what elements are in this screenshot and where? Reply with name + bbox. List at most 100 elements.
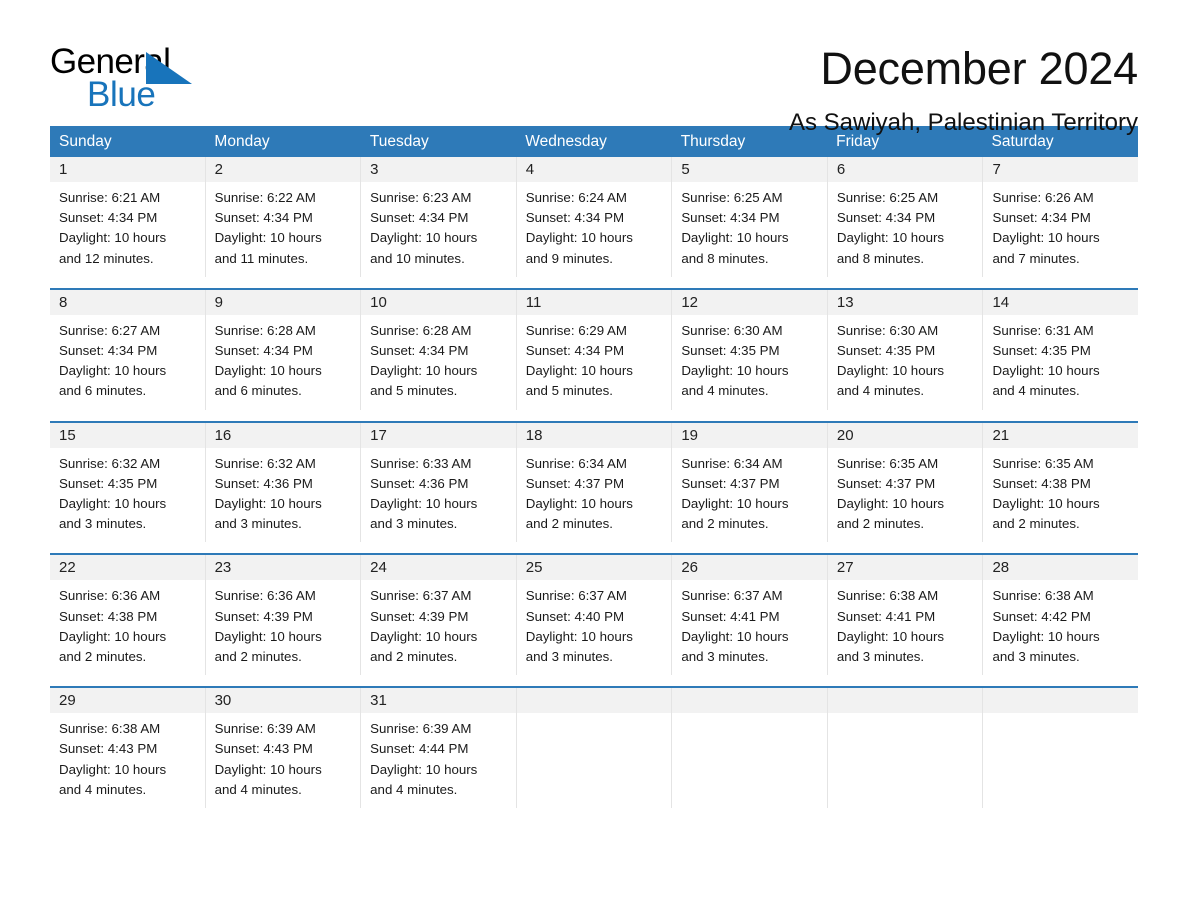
day-number-band: 27 — [827, 555, 983, 581]
calendar-week-row: 15 Sunrise: 6:32 AM Sunset: 4:35 PM Dayligh… — [50, 420, 1139, 543]
day-detail-line: and 8 minutes. — [836, 250, 925, 266]
day-detail-line: Sunrise: 6:22 AM — [214, 190, 316, 205]
weekday-header-saturday: Saturday — [991, 133, 1054, 150]
day-detail-line: Daylight: 10 hours — [370, 496, 478, 512]
day-detail-line: and 2 minutes. — [370, 649, 458, 665]
day-detail-line: and 5 minutes. — [525, 383, 613, 399]
calendar-day-cell[interactable]: 7 Sunrise: 6:26 AM Sunset: 4:34 PM Daylight… — [983, 157, 1139, 277]
calendar-day-cell[interactable]: 3 Sunrise: 6:23 AM Sunset: 4:34 PM Daylight… — [361, 157, 517, 277]
day-details: Sunrise: 6:23 AM Sunset: 4:34 PM Daylight:… — [361, 182, 516, 277]
calendar-day-cell[interactable]: 5 Sunrise: 6:25 AM Sunset: 4:34 PM Daylight… — [672, 157, 828, 277]
day-detail-line: Sunrise: 6:38 AM — [836, 588, 939, 604]
calendar-day-cell[interactable]: 28 Sunrise: 6:38 AM Sunset: 4:42 PM Dayligh… — [983, 555, 1139, 675]
calendar-day-cell[interactable]: 19 Sunrise: 6:34 AM Sunset: 4:37 PM Dayligh… — [672, 422, 828, 543]
day-detail-line: Sunset: 4:34 PM — [992, 210, 1091, 226]
calendar-day-cell[interactable]: 12 Sunrise: 6:30 AM Sunset: 4:35 PM Dayligh… — [672, 289, 828, 410]
day-number: 12 — [681, 293, 698, 311]
day-number: 3 — [370, 161, 379, 178]
calendar-day-cell[interactable]: 8 Sunrise: 6:27 AM Sunset: 4:34 PM Daylight… — [50, 289, 206, 410]
day-number-band: 1 — [50, 157, 205, 182]
day-detail-line: Sunrise: 6:34 AM — [525, 455, 627, 471]
calendar-day-cell[interactable]: 13 Sunrise: 6:30 AM Sunset: 4:35 PM Dayligh… — [827, 289, 984, 410]
calendar-day-cell[interactable]: 24 Sunrise: 6:37 AM Sunset: 4:39 PM Dayligh… — [361, 555, 517, 676]
day-detail-line: Daylight: 10 hours — [214, 363, 322, 379]
calendar-day-cell[interactable]: 30 Sunrise: 6:39 AM Sunset: 4:43 PM Dayligh… — [205, 688, 362, 809]
calendar-day-cell[interactable]: 9 Sunrise: 6:28 AM Sunset: 4:34 PM Daylight… — [205, 289, 362, 410]
day-detail-line: Sunrise: 6:34 AM — [681, 455, 783, 471]
day-number: 17 — [370, 426, 387, 444]
day-detail-line: and 2 minutes. — [681, 516, 769, 532]
calendar-day-cell[interactable]: 2 Sunrise: 6:22 AM Sunset: 4:34 PM Daylight… — [205, 157, 362, 277]
day-number-band: 6 — [827, 157, 983, 182]
day-detail-line: Sunset: 4:34 PM — [681, 210, 780, 226]
day-detail-line: and 4 minutes. — [836, 383, 925, 399]
day-number: 11 — [525, 293, 542, 311]
calendar-day-cell[interactable]: 22 Sunrise: 6:36 AM Sunset: 4:38 PM Dayligh… — [50, 555, 206, 676]
day-details: Sunrise: 6:33 AM Sunset: 4:36 PM Daylight:… — [361, 448, 516, 543]
day-details: Sunrise: 6:39 AM Sunset: 4:44 PM Daylight:… — [361, 713, 516, 808]
day-detail-line: Sunrise: 6:29 AM — [525, 322, 627, 338]
day-detail-line: Daylight: 10 hours — [370, 363, 478, 379]
day-number: 2 — [214, 161, 223, 178]
day-number-band: 3 — [361, 157, 516, 182]
day-details: Sunrise: 6:29 AM Sunset: 4:34 PM Daylight:… — [517, 315, 672, 410]
day-number-band: 4 — [516, 157, 672, 182]
calendar-day-cell[interactable]: 20 Sunrise: 6:35 AM Sunset: 4:37 PM Dayligh… — [827, 422, 984, 543]
calendar-day-cell[interactable]: 16 Sunrise: 6:32 AM Sunset: 4:36 PM Dayligh… — [205, 422, 362, 543]
day-number-band: 22 — [50, 555, 205, 581]
day-number: 8 — [59, 293, 68, 311]
day-details: Sunrise: 6:28 AM Sunset: 4:34 PM Daylight:… — [206, 315, 361, 410]
day-number: 16 — [214, 426, 232, 444]
calendar-day-cell[interactable]: 14 Sunrise: 6:31 AM Sunset: 4:35 PM Dayligh… — [983, 289, 1139, 410]
calendar-day-cell[interactable]: 23 Sunrise: 6:36 AM Sunset: 4:39 PM Dayligh… — [205, 555, 362, 676]
calendar-day-cell[interactable]: 26 Sunrise: 6:37 AM Sunset: 4:41 PM Dayligh… — [672, 555, 828, 676]
day-detail-line: Daylight: 10 hours — [681, 230, 789, 246]
calendar-day-cell[interactable]: 25 Sunrise: 6:37 AM Sunset: 4:40 PM Dayligh… — [516, 555, 673, 676]
calendar-day-cell[interactable]: 18 Sunrise: 6:34 AM Sunset: 4:37 PM Dayligh… — [516, 422, 673, 543]
day-number-band: 25 — [516, 555, 672, 581]
day-details: Sunrise: 6:31 AM Sunset: 4:35 PM Daylight:… — [983, 315, 1138, 410]
day-detail-line: Sunrise: 6:33 AM — [370, 455, 472, 471]
day-number-band: 7 — [983, 157, 1139, 182]
day-number: 9 — [214, 293, 223, 311]
day-number: 4 — [525, 161, 535, 178]
day-detail-line: Sunrise: 6:28 AM — [370, 322, 472, 338]
day-details: Sunrise: 6:25 AM Sunset: 4:34 PM Daylight:… — [672, 182, 827, 277]
calendar-week-row: 22 Sunrise: 6:36 AM Sunset: 4:38 PM Dayligh… — [50, 553, 1139, 676]
calendar-day-cell[interactable]: 10 Sunrise: 6:28 AM Sunset: 4:34 PM Dayligh… — [361, 289, 517, 410]
day-details: Sunrise: 6:25 AM Sunset: 4:34 PM Daylight:… — [828, 182, 983, 277]
day-details: Sunrise: 6:22 AM Sunset: 4:34 PM Daylight:… — [206, 182, 361, 277]
general-blue-logo[interactable]: General Blue — [50, 42, 200, 114]
day-detail-line: Sunset: 4:43 PM — [59, 741, 158, 757]
page-header: General Blue December 2024 As Sawiyah, P… — [50, 0, 1138, 136]
sunrise-sunset-calendar: Sunday Monday Tuesday Wednesday Thursday Frid… — [50, 126, 1139, 809]
day-number-band: 13 — [827, 289, 983, 315]
calendar-day-cell[interactable]: 11 Sunrise: 6:29 AM Sunset: 4:34 PM Dayligh… — [516, 289, 673, 410]
day-details: Sunrise: 6:37 AM Sunset: 4:40 PM Daylight:… — [517, 580, 672, 675]
day-number-band: 23 — [205, 555, 361, 581]
day-details: Sunrise: 6:38 AM Sunset: 4:41 PM Daylight:… — [828, 580, 983, 675]
weekday-header-monday: Monday — [214, 133, 270, 150]
day-detail-line: Sunset: 4:35 PM — [992, 343, 1091, 359]
day-number-band: 20 — [827, 422, 983, 448]
calendar-day-cell[interactable]: 31 Sunrise: 6:39 AM Sunset: 4:44 PM Dayligh… — [361, 688, 517, 809]
day-detail-line: Sunset: 4:39 PM — [214, 608, 313, 624]
calendar-day-cell[interactable]: 15 Sunrise: 6:32 AM Sunset: 4:35 PM Dayligh… — [50, 422, 206, 543]
calendar-day-cell-empty — [983, 688, 1139, 808]
day-number: 14 — [992, 293, 1010, 311]
calendar-day-cell[interactable]: 29 Sunrise: 6:38 AM Sunset: 4:43 PM Dayligh… — [50, 688, 206, 809]
calendar-day-cell[interactable]: 27 Sunrise: 6:38 AM Sunset: 4:41 PM Dayligh… — [827, 555, 984, 676]
day-number-band: 2 — [205, 157, 361, 182]
calendar-day-cell[interactable]: 1 Sunrise: 6:21 AM Sunset: 4:34 PM Daylight… — [50, 157, 206, 277]
day-number-band: 31 — [361, 688, 516, 714]
calendar-day-cell[interactable]: 17 Sunrise: 6:33 AM Sunset: 4:36 PM Dayligh… — [361, 422, 517, 543]
calendar-day-cell[interactable]: 6 Sunrise: 6:25 AM Sunset: 4:34 PM Daylight… — [827, 157, 984, 277]
day-number: 19 — [681, 426, 698, 444]
calendar-day-cell[interactable]: 21 Sunrise: 6:35 AM Sunset: 4:38 PM Dayligh… — [983, 422, 1139, 543]
day-detail-line: Sunrise: 6:39 AM — [370, 721, 472, 737]
day-number: 5 — [681, 161, 690, 178]
day-details: Sunrise: 6:34 AM Sunset: 4:37 PM Daylight:… — [517, 448, 672, 543]
day-number: 26 — [681, 559, 698, 577]
day-detail-line: Sunset: 4:44 PM — [370, 741, 469, 757]
calendar-day-cell[interactable]: 4 Sunrise: 6:24 AM Sunset: 4:34 PM Daylight… — [516, 157, 673, 277]
